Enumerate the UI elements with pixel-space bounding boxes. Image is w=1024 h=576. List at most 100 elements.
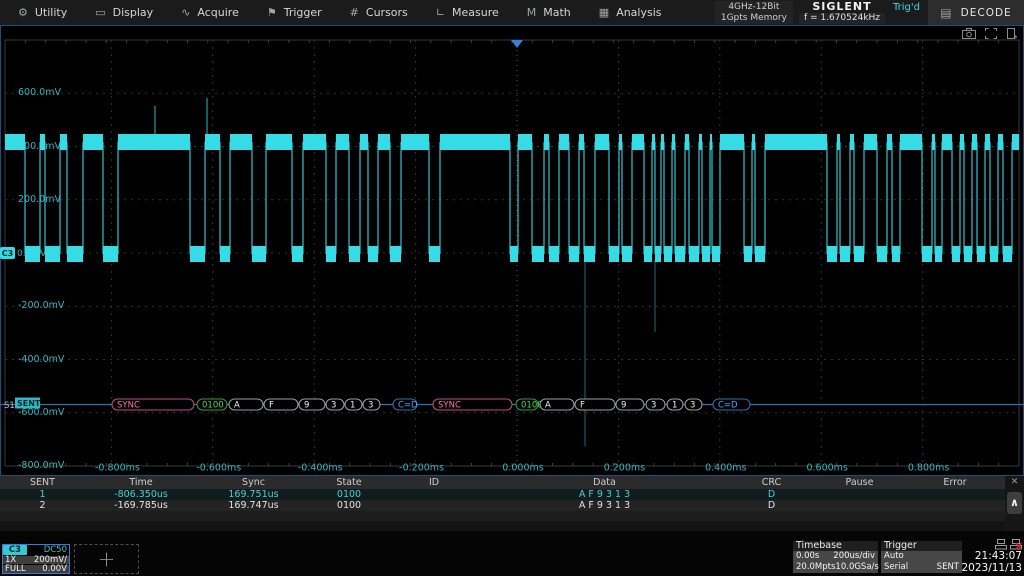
t-axis-label: 0.400ms: [705, 463, 746, 474]
fullscreen-icon[interactable]: [985, 28, 997, 39]
svg-text:SENT: SENT: [17, 399, 41, 408]
timebase-descriptor[interactable]: Timebase 0.00s 200us/div 20.0Mpts 10.0GS…: [793, 541, 878, 574]
col-header-time: Time: [85, 476, 197, 489]
col-header-crc: CRC: [729, 476, 814, 489]
menu-label: Cursors: [366, 6, 408, 19]
clock-block: 21:43:07 2023/11/13: [960, 539, 1022, 574]
decode-capsule-label: 3: [651, 401, 656, 411]
decode-capsule-label: C=D: [718, 401, 738, 411]
col-header-state: State: [310, 476, 388, 489]
col-header-data: Data: [480, 476, 729, 489]
add-channel-button[interactable]: +: [74, 544, 139, 574]
menu-item-acquire[interactable]: ∿ Acquire: [167, 0, 253, 25]
acq-bandwidth: 4GHz-12Bit: [721, 2, 787, 13]
col-header-sent: SENT: [0, 476, 85, 489]
cell-id: [388, 500, 480, 511]
camera-icon[interactable]: [962, 28, 976, 39]
brand-block: SIGLENT f = 1.670524kHz: [799, 0, 885, 25]
trigger-protocol: SENT: [937, 562, 959, 573]
lan-icon: [995, 539, 1007, 550]
menu-item-trigger[interactable]: ⚑ Trigger: [253, 0, 336, 25]
menu-bar: ⚙ Utility ▭ Display ∿ Acquire ⚑ Trigger …: [0, 0, 1024, 25]
menu-label: Utility: [35, 6, 67, 19]
cell-error: [905, 500, 1005, 511]
timebase-title: Timebase: [793, 541, 878, 551]
decode-capsule-label: SYNC: [117, 401, 140, 411]
v-axis-label: -800.0mV: [18, 460, 65, 471]
system-date: 2023/11/13: [960, 562, 1022, 574]
lan-disconnected-icon: [1010, 539, 1022, 550]
brand-logo: SIGLENT: [812, 0, 871, 13]
channel-offset: 0.00V: [42, 565, 67, 573]
t-axis-label: 0.000ms: [502, 463, 543, 474]
t-axis-label: -0.400ms: [298, 463, 343, 474]
waveform-display-area[interactable]: 600.0mV400.0mV200.0mV-200.0mV-400.0mV-60…: [0, 25, 1024, 476]
timebase-scale: 200us/div: [833, 551, 875, 562]
channel-probe: 1X: [5, 556, 16, 564]
cell-state: 0100: [310, 489, 388, 500]
status-cluster: 4GHz-12Bit 1Gpts Memory SIGLENT f = 1.67…: [715, 0, 1024, 25]
acq-memory: 1Gpts Memory: [721, 13, 787, 24]
analysis-icon: ▦: [599, 6, 609, 19]
decode-capsule-label: 3: [331, 401, 336, 411]
table-scrollbar: ✕ ∧: [1005, 476, 1024, 531]
menu-item-utility[interactable]: ⚙ Utility: [0, 0, 81, 25]
trigger-frequency: f = 1.670524kHz: [799, 13, 885, 24]
trigger-descriptor[interactable]: Trigger Auto Serial SENT: [881, 541, 962, 574]
channel-coupling: DC50: [44, 545, 69, 555]
table-row[interactable]: 1 -806.350us 169.751us 0100 A F 9 3 1 3 …: [0, 489, 1005, 500]
table-empty-row: [0, 521, 1005, 531]
display-corner-tools: [962, 28, 1017, 39]
v-axis-label: 600.0mV: [18, 87, 61, 98]
col-header-id: ID: [388, 476, 480, 489]
plus-icon: +: [98, 549, 116, 569]
timebase-samplerate: 10.0GSa/s: [835, 562, 878, 573]
clipboard-icon: ▤: [940, 6, 952, 20]
channel-badge: C3: [3, 545, 27, 555]
cell-index: 2: [0, 500, 85, 511]
table-empty-row: [0, 511, 1005, 521]
table-row[interactable]: 2 -169.785us 169.747us 0100 A F 9 3 1 3 …: [0, 500, 1005, 511]
cell-sync: 169.747us: [197, 500, 310, 511]
menu-label: Trigger: [284, 6, 322, 19]
table-header-row: SENT Time Sync State ID Data CRC Pause E…: [0, 476, 1005, 489]
scope-graticule: 600.0mV400.0mV200.0mV-200.0mV-400.0mV-60…: [0, 25, 1024, 476]
close-icon[interactable]: ✕: [1005, 476, 1024, 489]
cell-data: A F 9 3 1 3: [480, 489, 729, 500]
t-axis-label: -0.200ms: [399, 463, 444, 474]
menu-label: Measure: [452, 6, 499, 19]
v-axis-label: -400.0mV: [18, 354, 65, 365]
decode-result-table: SENT Time Sync State ID Data CRC Pause E…: [0, 476, 1005, 531]
scroll-up-button[interactable]: ∧: [1007, 492, 1022, 514]
cell-pause: [814, 500, 905, 511]
col-header-sync: Sync: [197, 476, 310, 489]
menu-item-cursors[interactable]: # Cursors: [336, 0, 422, 25]
menu-item-math[interactable]: M Math: [513, 0, 585, 25]
decode-capsule: [299, 399, 325, 410]
channel-c3-descriptor[interactable]: C3 DC50 1X 200mV/ FULL 0.00V: [2, 544, 70, 574]
menu-item-analysis[interactable]: ▦ Analysis: [585, 0, 676, 25]
decode-capsule-label: A: [545, 401, 551, 411]
cell-data: A F 9 3 1 3: [480, 500, 729, 511]
menu-item-display[interactable]: ▭ Display: [81, 0, 167, 25]
cell-id: [388, 489, 480, 500]
bottom-bar: C3 DC50 1X 200mV/ FULL 0.00V + Timebase …: [0, 531, 1024, 576]
menu-label: Display: [113, 6, 154, 19]
decode-capsule-label: SYNC: [438, 401, 461, 411]
cell-error: [905, 489, 1005, 500]
cell-state: 0100: [310, 500, 388, 511]
bus-index-label: S1: [4, 401, 15, 411]
decode-capsule-label: C=D: [398, 401, 418, 411]
decode-capsule-label: 1: [672, 401, 677, 411]
page-flip-icon[interactable]: [1006, 28, 1017, 39]
t-axis-label: -0.800ms: [95, 463, 140, 474]
decode-tab[interactable]: ▤ DECODE: [928, 0, 1024, 25]
cell-index: 1: [0, 489, 85, 500]
decode-capsule-label: 1: [350, 401, 355, 411]
system-time: 21:43:07: [960, 550, 1022, 562]
cell-time: -169.785us: [85, 500, 197, 511]
menu-item-measure[interactable]: ∟ Measure: [422, 0, 513, 25]
oscilloscope-screen: ⚙ Utility ▭ Display ∿ Acquire ⚑ Trigger …: [0, 0, 1024, 576]
v-axis-label: -600.0mV: [18, 407, 65, 418]
decode-capsule-label: 9: [304, 401, 309, 411]
